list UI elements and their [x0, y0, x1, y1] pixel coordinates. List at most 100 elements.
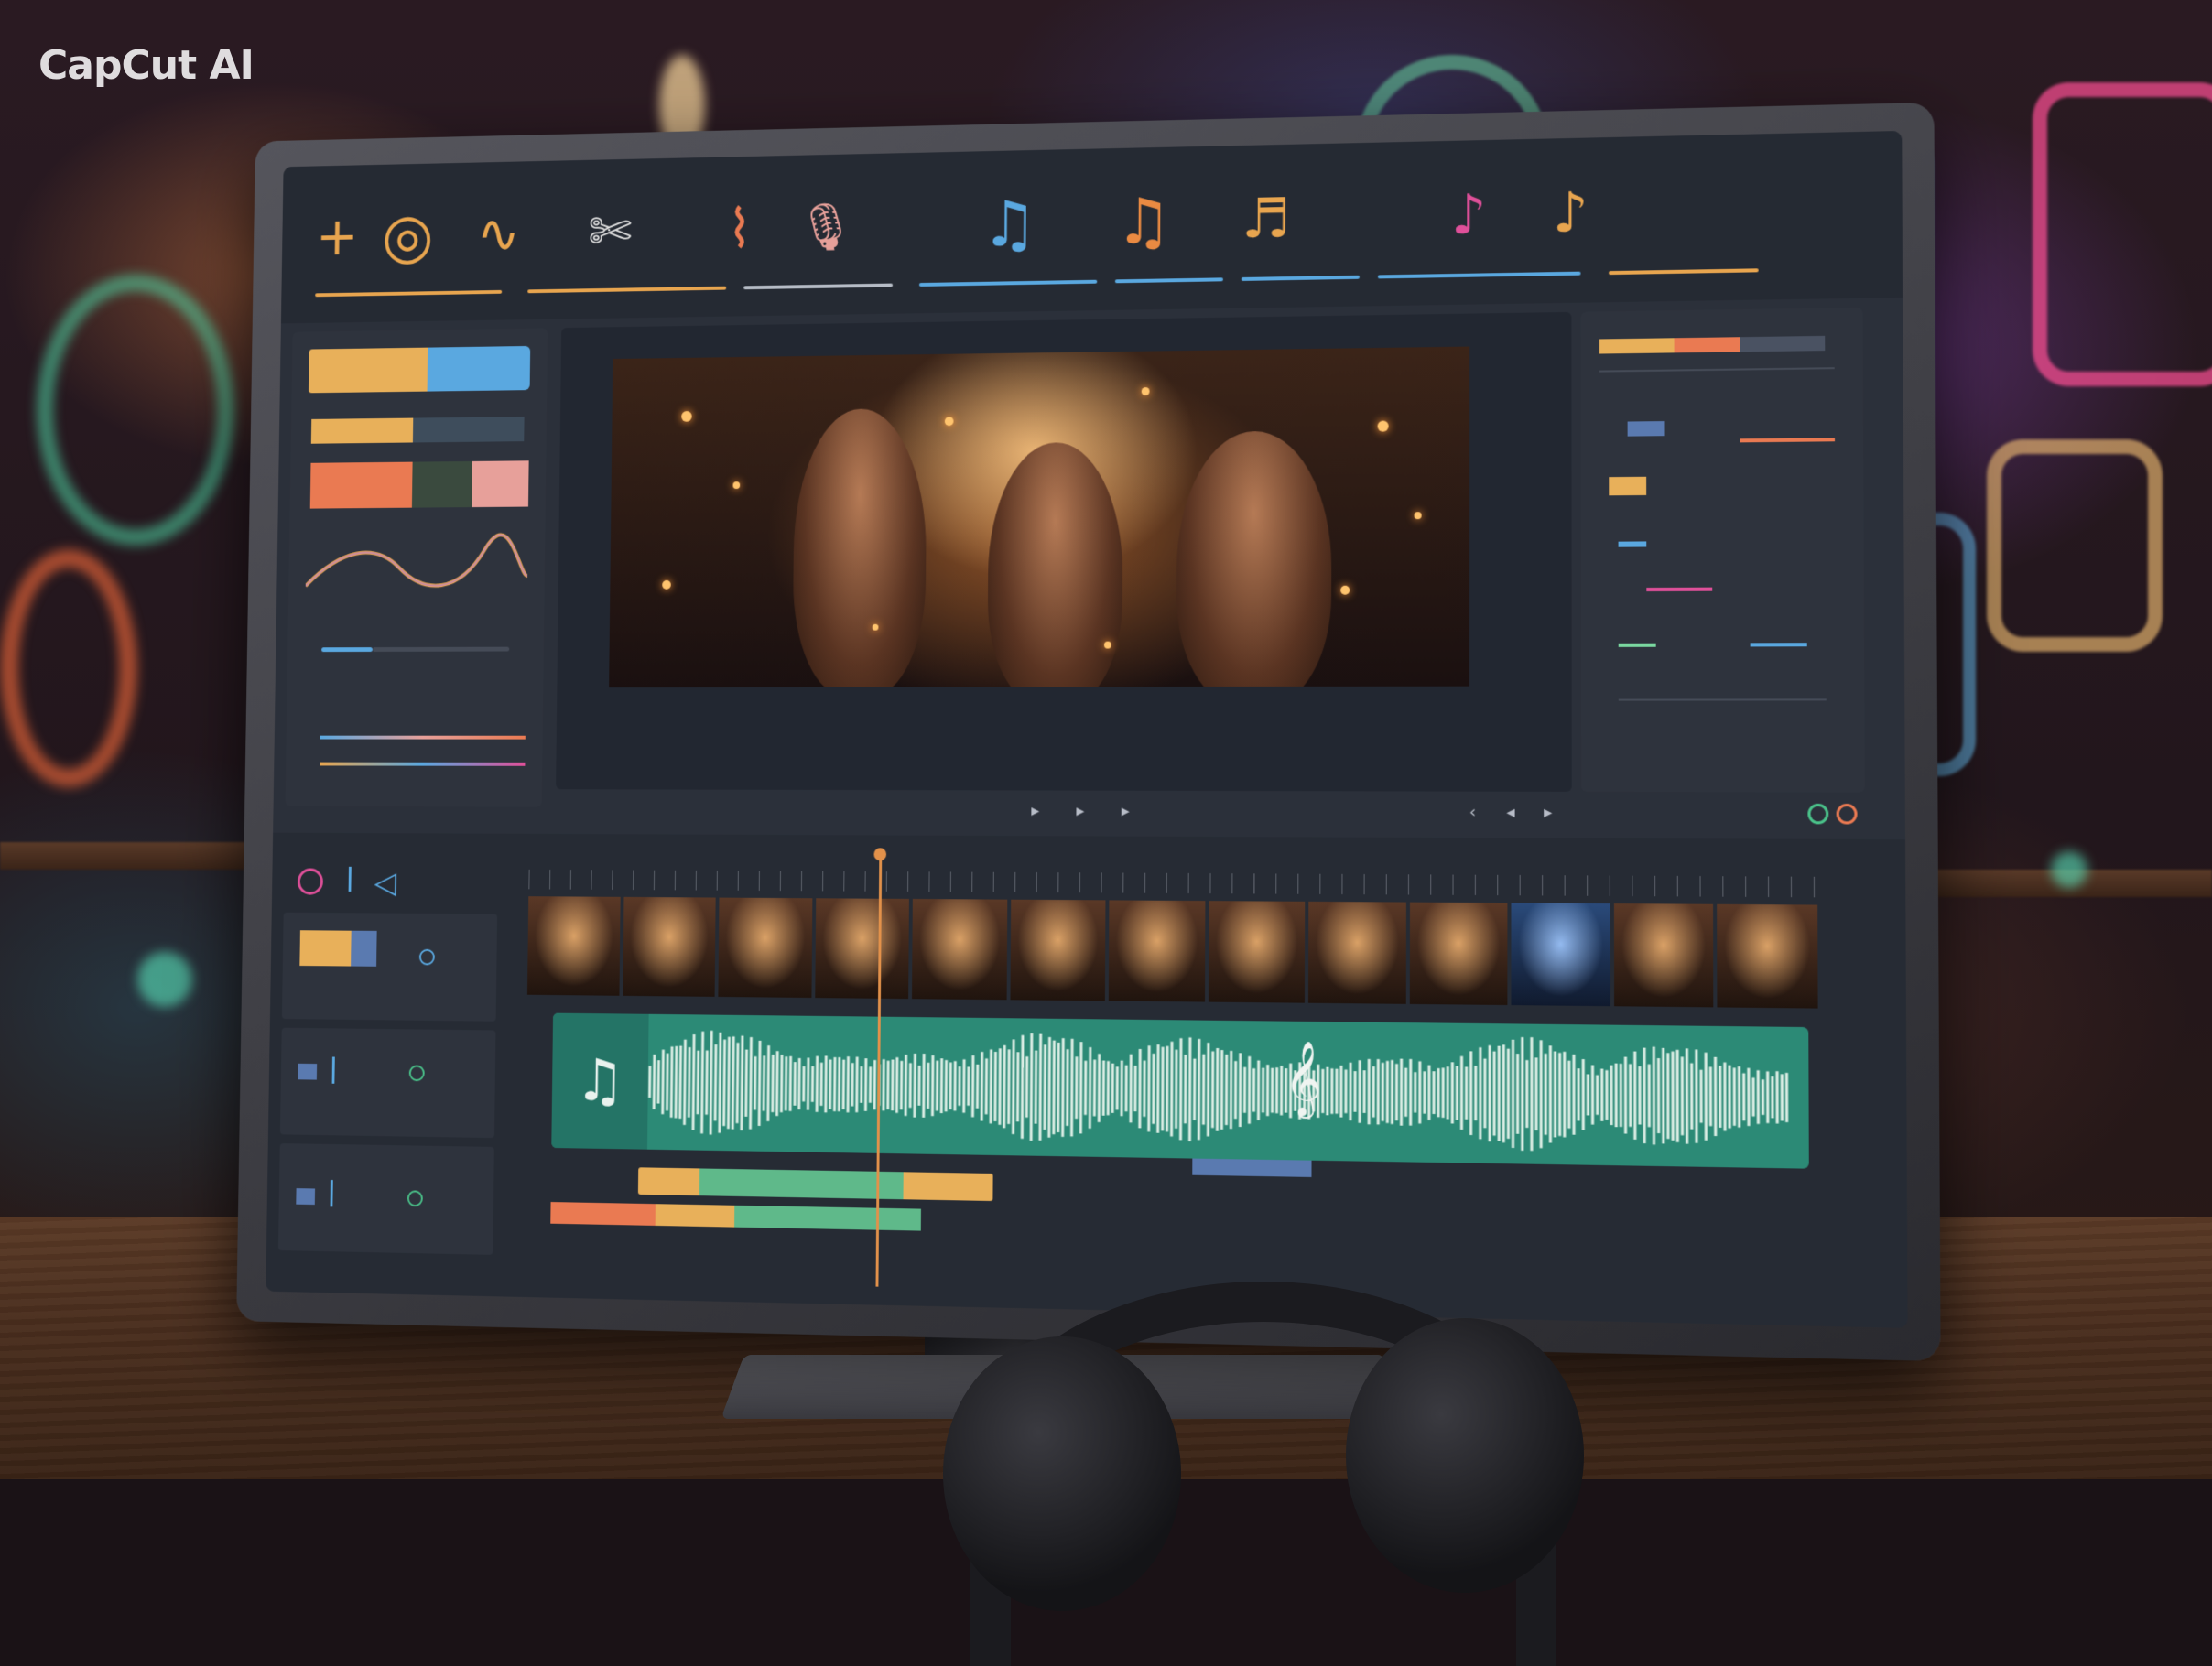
track-slider[interactable]	[332, 1057, 335, 1084]
music-note-orange-icon[interactable]: ♫	[1115, 194, 1172, 249]
track-mute-icon[interactable]	[409, 1065, 425, 1081]
rewind-icon[interactable]: ‹	[1469, 803, 1476, 822]
bokeh-spark	[1415, 512, 1422, 519]
add-icon[interactable]: +	[316, 211, 359, 264]
sfx-clip[interactable]	[734, 1206, 921, 1231]
video-clip-thumbnail[interactable]	[1308, 902, 1405, 1004]
color-bar-slate[interactable]	[413, 416, 525, 442]
next-frame-icon[interactable]: ▸	[1076, 802, 1084, 821]
music-clip[interactable]	[699, 1168, 904, 1199]
neon-sign-decoration	[2033, 82, 2212, 386]
video-clip-thumbnail[interactable]	[1410, 903, 1508, 1005]
bokeh-spark	[873, 624, 879, 631]
property-slider[interactable]	[1646, 588, 1712, 591]
toolbar-underline	[743, 284, 893, 290]
bokeh-spark	[1104, 642, 1111, 649]
split-icon[interactable]	[349, 867, 352, 892]
toolbar-underline	[1378, 272, 1581, 279]
play-icon[interactable]: ▸	[1031, 801, 1039, 820]
music-note-pink-icon[interactable]: ♪	[1451, 188, 1487, 243]
track-slider[interactable]	[331, 1180, 333, 1206]
neon-sign-decoration	[1987, 439, 2163, 652]
monitor: + ◎ ∿ ✄ ⌇ 🎙 ♫ ♫ ♬ ♪ ♪	[236, 103, 1941, 1361]
top-toolbar: + ◎ ∿ ✄ ⌇ 🎙 ♫ ♫ ♬ ♪ ♪	[281, 131, 1903, 323]
video-clip-thumbnail[interactable]	[1209, 901, 1306, 1003]
record-icon[interactable]	[298, 868, 323, 894]
video-clip-thumbnail[interactable]	[1614, 903, 1714, 1007]
bokeh-spark	[1142, 387, 1150, 395]
curve-graph[interactable]	[305, 532, 527, 604]
gradient-slider[interactable]	[320, 763, 525, 766]
property-chip[interactable]	[1740, 336, 1825, 352]
slider-fill[interactable]	[321, 647, 373, 652]
film-reel-icon[interactable]: ◎	[382, 209, 434, 262]
play-back-icon[interactable]: ◁	[374, 865, 396, 901]
toolbar-underline	[1115, 277, 1223, 283]
pulse-icon[interactable]: ⌇	[727, 202, 753, 256]
property-slider[interactable]	[1740, 438, 1835, 442]
video-preview-frame[interactable]	[609, 347, 1469, 688]
color-swatch-pink[interactable]	[472, 460, 528, 507]
track-visibility-icon[interactable]	[419, 949, 435, 966]
color-bar-orange[interactable]	[311, 418, 413, 444]
left-properties-panel	[286, 328, 548, 806]
toolbar-underline	[1242, 276, 1360, 281]
track-header-music[interactable]	[278, 1143, 494, 1255]
slider-track[interactable]	[373, 647, 510, 652]
scene-person	[792, 408, 927, 687]
video-clip-strip[interactable]	[527, 896, 1818, 1008]
sfx-clip[interactable]	[550, 1202, 656, 1226]
property-slider[interactable]	[1751, 643, 1807, 646]
gradient-slider[interactable]	[320, 736, 526, 740]
step-forward-icon[interactable]: ▸	[1544, 803, 1552, 822]
video-clip-thumbnail[interactable]	[1010, 900, 1105, 1001]
music-note-small-icon[interactable]: ♪	[1553, 185, 1589, 241]
video-clip-thumbnail[interactable]	[1512, 903, 1610, 1006]
property-chip[interactable]	[1628, 421, 1665, 437]
waveform-icon[interactable]: ∿	[477, 207, 521, 260]
track-color-blue	[351, 931, 377, 967]
neon-sign-decoration	[37, 275, 234, 546]
video-clip-thumbnail[interactable]	[1109, 900, 1205, 1001]
track-header-video[interactable]	[282, 913, 497, 1022]
headphone-cup	[943, 1336, 1181, 1611]
property-chip[interactable]	[1675, 337, 1740, 352]
toolbar-underline	[919, 280, 1097, 287]
sfx-clip[interactable]	[656, 1204, 735, 1227]
transport-controls: ▸ ▸ ▸ ‹ ◂ ▸	[556, 795, 1865, 832]
music-note-sheet-icon[interactable]: ♬	[1242, 191, 1290, 246]
color-swatch-orange[interactable]	[309, 348, 428, 394]
color-swatch-blue[interactable]	[428, 346, 531, 392]
loop-toggle-icon[interactable]	[1837, 804, 1858, 825]
divider	[1599, 367, 1835, 372]
audio-waveform[interactable]	[647, 1014, 1809, 1169]
color-swatch-green[interactable]	[412, 461, 472, 508]
capcut-logo: CapCut AI	[38, 42, 254, 89]
bokeh-light	[2051, 851, 2087, 888]
shelf-decoration	[0, 842, 275, 870]
step-back-icon[interactable]: ◂	[1506, 803, 1514, 822]
video-clip-thumbnail[interactable]	[527, 896, 620, 996]
record-toggle-icon[interactable]	[1807, 804, 1828, 825]
property-slider[interactable]	[1619, 541, 1647, 546]
video-clip-thumbnail[interactable]	[1718, 904, 1818, 1009]
playhead-handle[interactable]	[873, 848, 886, 860]
track-header-audio[interactable]	[280, 1028, 496, 1138]
music-note-blue-icon[interactable]: ♫	[981, 197, 1037, 252]
scissors-icon[interactable]: ✄	[588, 205, 632, 259]
video-clip-thumbnail[interactable]	[623, 897, 716, 997]
forward-icon[interactable]: ▸	[1122, 802, 1130, 821]
microphone-icon[interactable]: 🎙	[797, 200, 855, 254]
audio-clip-blue[interactable]	[1192, 1159, 1311, 1177]
timeline-ruler[interactable]	[528, 870, 1817, 897]
track-color-blue	[298, 1064, 317, 1080]
audio-track[interactable]: ♫ 𝄞	[551, 1013, 1809, 1169]
color-swatch-coral[interactable]	[310, 462, 413, 509]
property-chip[interactable]	[1599, 338, 1675, 353]
video-clip-thumbnail[interactable]	[815, 898, 909, 999]
track-mute-icon[interactable]	[407, 1190, 423, 1206]
property-slider[interactable]	[1619, 644, 1656, 647]
video-clip-thumbnail[interactable]	[718, 898, 812, 998]
property-chip[interactable]	[1609, 477, 1646, 496]
video-clip-thumbnail[interactable]	[912, 899, 1007, 1000]
